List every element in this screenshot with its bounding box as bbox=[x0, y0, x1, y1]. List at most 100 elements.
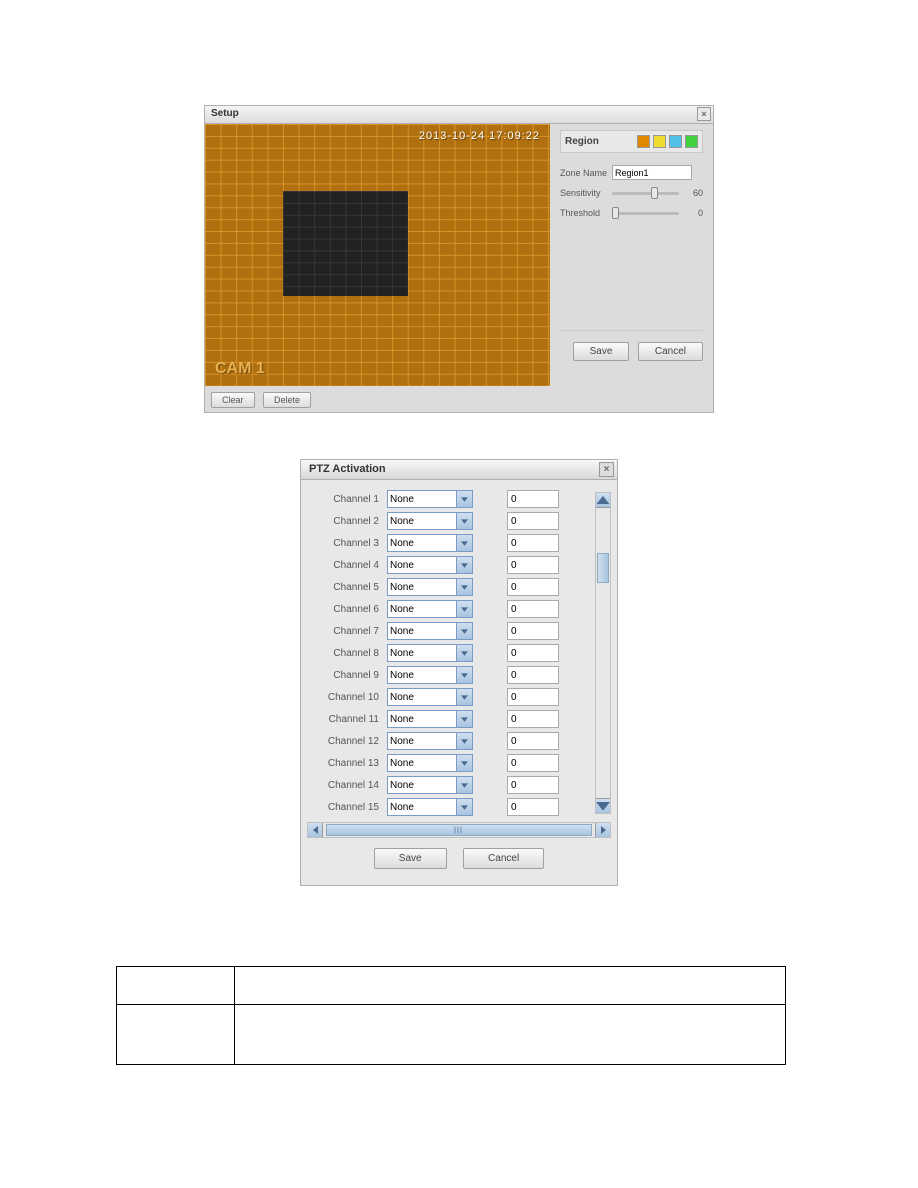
preset-input[interactable] bbox=[507, 776, 559, 794]
threshold-label: Threshold bbox=[560, 208, 612, 218]
preset-input[interactable] bbox=[507, 622, 559, 640]
ptz-row: Channel 4None bbox=[307, 554, 611, 576]
channel-label: Channel 11 bbox=[307, 714, 387, 725]
timestamp: 2013-10-24 17:09:22 bbox=[419, 130, 540, 142]
mode-value: None bbox=[390, 648, 414, 659]
close-icon[interactable]: × bbox=[697, 107, 711, 121]
preset-input[interactable] bbox=[507, 688, 559, 706]
mode-select[interactable]: None bbox=[387, 798, 473, 816]
cancel-button[interactable]: Cancel bbox=[638, 342, 703, 361]
preset-input[interactable] bbox=[507, 644, 559, 662]
preset-input[interactable] bbox=[507, 578, 559, 596]
mode-value: None bbox=[390, 670, 414, 681]
horizontal-scrollbar[interactable] bbox=[307, 822, 611, 838]
mode-select[interactable]: None bbox=[387, 710, 473, 728]
mode-select[interactable]: None bbox=[387, 534, 473, 552]
region-color-green[interactable] bbox=[685, 135, 698, 148]
region-color-orange[interactable] bbox=[637, 135, 650, 148]
vertical-scrollbar[interactable] bbox=[595, 492, 611, 814]
scroll-up-icon[interactable] bbox=[596, 493, 610, 508]
mode-value: None bbox=[390, 736, 414, 747]
channel-label: Channel 2 bbox=[307, 516, 387, 527]
mode-select[interactable]: None bbox=[387, 512, 473, 530]
mode-select[interactable]: None bbox=[387, 776, 473, 794]
region-header: Region bbox=[560, 130, 703, 153]
sensitivity-label: Sensitivity bbox=[560, 188, 612, 198]
scroll-down-icon[interactable] bbox=[596, 798, 610, 813]
save-button[interactable]: Save bbox=[573, 342, 630, 361]
selected-region[interactable] bbox=[283, 191, 408, 296]
channel-label: Channel 10 bbox=[307, 692, 387, 703]
chevron-down-icon bbox=[456, 513, 472, 529]
mode-value: None bbox=[390, 494, 414, 505]
preset-input[interactable] bbox=[507, 666, 559, 684]
threshold-value: 0 bbox=[683, 208, 703, 218]
chevron-down-icon bbox=[456, 755, 472, 771]
mode-value: None bbox=[390, 604, 414, 615]
channel-label: Channel 13 bbox=[307, 758, 387, 769]
ptz-row: Channel 8None bbox=[307, 642, 611, 664]
channel-label: Channel 7 bbox=[307, 626, 387, 637]
scroll-right-icon[interactable] bbox=[595, 823, 610, 837]
mode-select[interactable]: None bbox=[387, 732, 473, 750]
preset-input[interactable] bbox=[507, 490, 559, 508]
mode-value: None bbox=[390, 692, 414, 703]
preset-input[interactable] bbox=[507, 512, 559, 530]
threshold-slider[interactable] bbox=[612, 206, 679, 220]
mode-select[interactable]: None bbox=[387, 600, 473, 618]
region-panel: Region Zone Name Sensitivity 60 Threshol… bbox=[550, 124, 713, 386]
chevron-down-icon bbox=[456, 777, 472, 793]
chevron-down-icon bbox=[456, 601, 472, 617]
ptz-titlebar[interactable]: PTZ Activation × bbox=[301, 460, 617, 480]
ptz-row: Channel 10None bbox=[307, 686, 611, 708]
mode-select[interactable]: None bbox=[387, 556, 473, 574]
mode-value: None bbox=[390, 626, 414, 637]
preset-input[interactable] bbox=[507, 798, 559, 816]
mode-select[interactable]: None bbox=[387, 490, 473, 508]
preset-input[interactable] bbox=[507, 732, 559, 750]
ptz-row: Channel 15None bbox=[307, 796, 611, 818]
preset-input[interactable] bbox=[507, 534, 559, 552]
zone-name-input[interactable] bbox=[612, 165, 692, 180]
region-color-cyan[interactable] bbox=[669, 135, 682, 148]
cancel-button[interactable]: Cancel bbox=[463, 848, 544, 869]
clear-button[interactable]: Clear bbox=[211, 392, 255, 408]
mode-value: None bbox=[390, 560, 414, 571]
mode-select[interactable]: None bbox=[387, 754, 473, 772]
channel-label: Channel 1 bbox=[307, 494, 387, 505]
region-color-yellow[interactable] bbox=[653, 135, 666, 148]
channel-label: Channel 6 bbox=[307, 604, 387, 615]
mode-value: None bbox=[390, 802, 414, 813]
scroll-left-icon[interactable] bbox=[308, 823, 323, 837]
mode-select[interactable]: None bbox=[387, 578, 473, 596]
motion-grid[interactable]: 2013-10-24 17:09:22 CAM 1 bbox=[205, 124, 550, 386]
preset-input[interactable] bbox=[507, 556, 559, 574]
camera-label: CAM 1 bbox=[215, 360, 265, 378]
delete-button[interactable]: Delete bbox=[263, 392, 311, 408]
mode-select[interactable]: None bbox=[387, 688, 473, 706]
sensitivity-value: 60 bbox=[683, 188, 703, 198]
chevron-down-icon bbox=[456, 645, 472, 661]
channel-label: Channel 8 bbox=[307, 648, 387, 659]
preset-input[interactable] bbox=[507, 754, 559, 772]
close-icon[interactable]: × bbox=[599, 462, 614, 477]
channel-label: Channel 4 bbox=[307, 560, 387, 571]
ptz-dialog: PTZ Activation × Channel 1NoneChannel 2N… bbox=[300, 459, 618, 886]
ptz-row: Channel 11None bbox=[307, 708, 611, 730]
mode-select[interactable]: None bbox=[387, 644, 473, 662]
save-button[interactable]: Save bbox=[374, 848, 447, 869]
chevron-down-icon bbox=[456, 623, 472, 639]
setup-titlebar[interactable]: Setup × bbox=[205, 106, 713, 124]
channel-label: Channel 15 bbox=[307, 802, 387, 813]
parameter-table bbox=[116, 966, 786, 1065]
mode-select[interactable]: None bbox=[387, 622, 473, 640]
ptz-row: Channel 12None bbox=[307, 730, 611, 752]
scrollbar-thumb[interactable] bbox=[597, 553, 609, 583]
scrollbar-thumb[interactable] bbox=[326, 824, 592, 836]
chevron-down-icon bbox=[456, 491, 472, 507]
sensitivity-slider[interactable] bbox=[612, 186, 679, 200]
ptz-title: PTZ Activation bbox=[309, 463, 386, 475]
preset-input[interactable] bbox=[507, 600, 559, 618]
preset-input[interactable] bbox=[507, 710, 559, 728]
mode-select[interactable]: None bbox=[387, 666, 473, 684]
